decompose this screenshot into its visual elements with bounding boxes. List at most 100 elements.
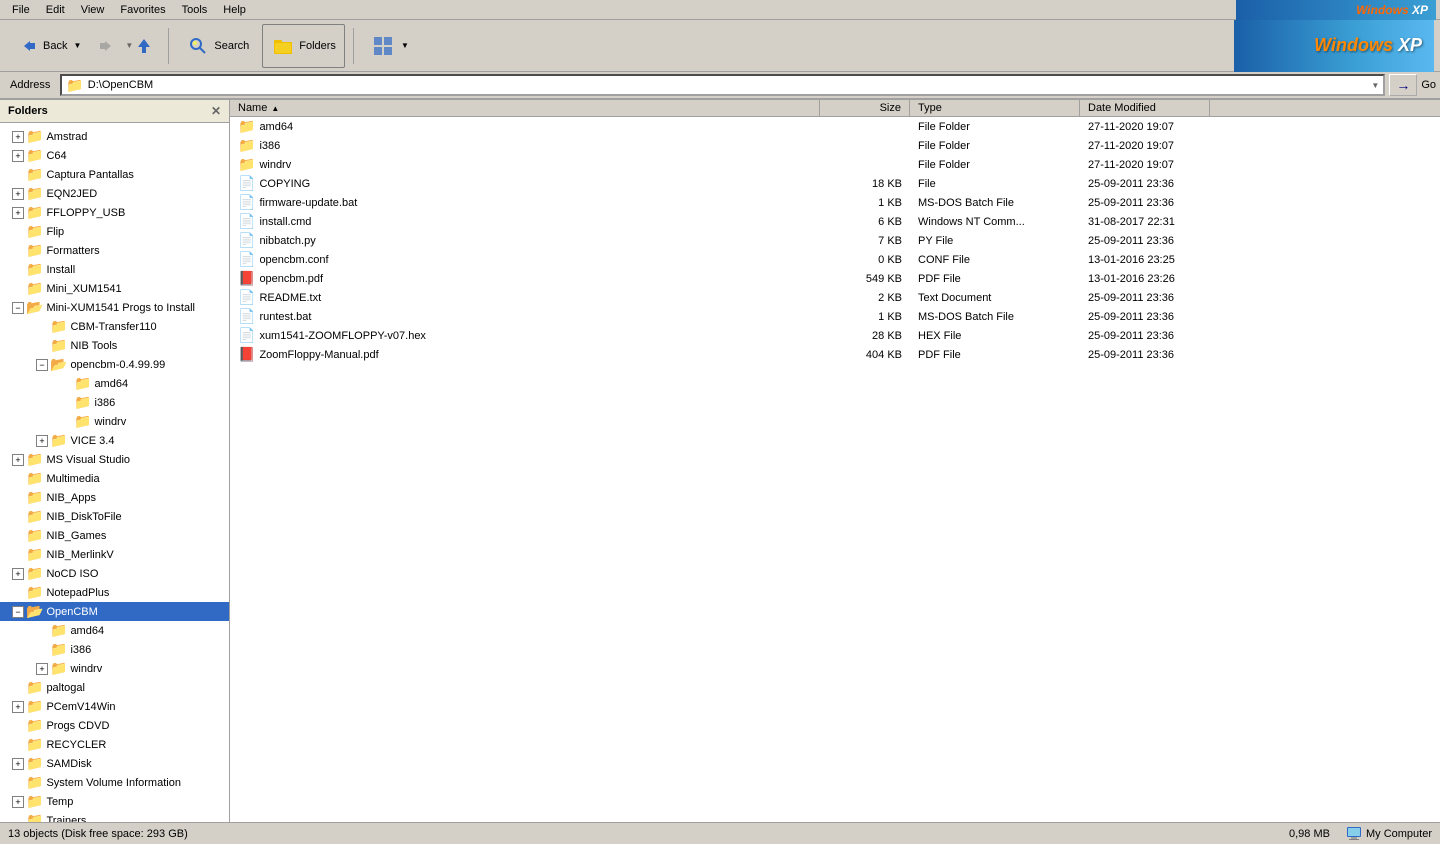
tree-item-windrvMain[interactable]: + 📁 windrv — [0, 659, 229, 678]
tree-item-nibdisktitle[interactable]: 📁 NIB_DiskToFile — [0, 507, 229, 526]
expand-icon-opencbm[interactable]: − — [36, 359, 48, 371]
toolbar-separator-2 — [353, 28, 354, 64]
tree-item-recycler[interactable]: 📁 RECYCLER — [0, 735, 229, 754]
forward-dropdown-icon[interactable]: ▼ — [125, 41, 133, 50]
tree-item-i386main[interactable]: 📁 i386 — [0, 640, 229, 659]
expand-icon-amstrad[interactable]: + — [12, 131, 24, 143]
tree-item-amd64sub[interactable]: 📁 amd64 — [0, 374, 229, 393]
tree-item-nibtools[interactable]: 📁 NIB Tools — [0, 336, 229, 355]
file-row[interactable]: 📄 opencbm.conf 0 KB CONF File 13-01-2016… — [230, 250, 1440, 269]
address-dropdown-icon[interactable]: ▼ — [1371, 81, 1379, 90]
file-icon-8: 📕 — [238, 270, 255, 287]
file-row[interactable]: 📕 ZoomFloppy-Manual.pdf 404 KB PDF File … — [230, 345, 1440, 364]
folders-tree[interactable]: + 📁 Amstrad + 📁 C64 📁 Captura Pantallas … — [0, 123, 229, 822]
expand-icon-temp[interactable]: + — [12, 796, 24, 808]
column-headers: Name ▲ Size Type Date Modified — [230, 100, 1440, 117]
col-header-name[interactable]: Name ▲ — [230, 100, 820, 116]
expand-icon-minixum1541progs[interactable]: − — [12, 302, 24, 314]
file-row[interactable]: 📄 runtest.bat 1 KB MS-DOS Batch File 25-… — [230, 307, 1440, 326]
tree-item-ffloppy[interactable]: + 📁 FFLOPPY_USB — [0, 203, 229, 222]
file-row[interactable]: 📄 firmware-update.bat 1 KB MS-DOS Batch … — [230, 193, 1440, 212]
views-dropdown-icon[interactable]: ▼ — [401, 41, 409, 50]
expand-icon-opencbmmain[interactable]: − — [12, 606, 24, 618]
address-input[interactable]: 📁 D:\OpenCBM ▼ — [60, 74, 1385, 96]
expand-icon-nocdiso[interactable]: + — [12, 568, 24, 580]
file-row[interactable]: 📁 windrv File Folder 27-11-2020 19:07 — [230, 155, 1440, 174]
tree-item-msvisual[interactable]: + 📁 MS Visual Studio — [0, 450, 229, 469]
tree-item-sysvolinfo[interactable]: 📁 System Volume Information — [0, 773, 229, 792]
back-button[interactable]: Back ▼ — [6, 24, 84, 68]
tree-item-nibmerlink[interactable]: 📁 NIB_MerlinkV — [0, 545, 229, 564]
expand-icon-eqn2jed[interactable]: + — [12, 188, 24, 200]
file-label-0: amd64 — [259, 121, 293, 133]
expand-icon-vice34[interactable]: + — [36, 435, 48, 447]
tree-item-nocdiso[interactable]: + 📁 NoCD ISO — [0, 564, 229, 583]
tree-item-c64[interactable]: + 📁 C64 — [0, 146, 229, 165]
folders-button[interactable]: Folders — [262, 24, 345, 68]
tree-item-temp[interactable]: + 📁 Temp — [0, 792, 229, 811]
menu-help[interactable]: Help — [215, 2, 254, 18]
tree-item-nibgames[interactable]: 📁 NIB_Games — [0, 526, 229, 545]
folders-close-button[interactable]: ✕ — [211, 104, 221, 118]
tree-item-trainers[interactable]: 📁 Trainers — [0, 811, 229, 822]
tree-item-formatters[interactable]: 📁 Formatters — [0, 241, 229, 260]
expand-icon-c64[interactable]: + — [12, 150, 24, 162]
tree-item-minixum1541progs[interactable]: − 📂 Mini-XUM1541 Progs to Install — [0, 298, 229, 317]
tree-item-pcemv14[interactable]: + 📁 PCemV14Win — [0, 697, 229, 716]
tree-label-flip: Flip — [46, 226, 64, 238]
file-row[interactable]: 📄 xum1541-ZOOMFLOPPY-v07.hex 28 KB HEX F… — [230, 326, 1440, 345]
file-row[interactable]: 📄 nibbatch.py 7 KB PY File 25-09-2011 23… — [230, 231, 1440, 250]
tree-label-progscdvd: Progs CDVD — [46, 720, 109, 732]
file-row[interactable]: 📕 opencbm.pdf 549 KB PDF File 13-01-2016… — [230, 269, 1440, 288]
col-header-type[interactable]: Type — [910, 100, 1080, 116]
folder-icon-amstrad: 📁 — [26, 128, 43, 145]
tree-item-vice34[interactable]: + 📁 VICE 3.4 — [0, 431, 229, 450]
file-row[interactable]: 📄 install.cmd 6 KB Windows NT Comm... 31… — [230, 212, 1440, 231]
tree-item-captura[interactable]: 📁 Captura Pantallas — [0, 165, 229, 184]
file-row[interactable]: 📄 README.txt 2 KB Text Document 25-09-20… — [230, 288, 1440, 307]
forward-button[interactable]: ▼ — [88, 24, 120, 68]
tree-item-nibapps[interactable]: 📁 NIB_Apps — [0, 488, 229, 507]
tree-item-samdisk[interactable]: + 📁 SAMDisk — [0, 754, 229, 773]
tree-item-multimedia[interactable]: 📁 Multimedia — [0, 469, 229, 488]
tree-item-opencbmmain[interactable]: − 📂 OpenCBM — [0, 602, 229, 621]
folder-icon-flip: 📁 — [26, 223, 43, 240]
tree-item-flip[interactable]: 📁 Flip — [0, 222, 229, 241]
file-date-12: 25-09-2011 23:36 — [1080, 349, 1210, 361]
col-header-size[interactable]: Size — [820, 100, 910, 116]
menu-view[interactable]: View — [73, 2, 113, 18]
tree-item-cbmtransfer[interactable]: 📁 CBM-Transfer110 — [0, 317, 229, 336]
tree-item-paltogal[interactable]: 📁 paltogal — [0, 678, 229, 697]
tree-item-opencbm[interactable]: − 📂 opencbm-0.4.99.99 — [0, 355, 229, 374]
expand-icon-windrvMain[interactable]: + — [36, 663, 48, 675]
go-button[interactable]: → — [1389, 74, 1417, 96]
tree-item-amstrad[interactable]: + 📁 Amstrad — [0, 127, 229, 146]
tree-item-install[interactable]: 📁 Install — [0, 260, 229, 279]
file-row[interactable]: 📄 COPYING 18 KB File 25-09-2011 23:36 — [230, 174, 1440, 193]
file-icon-7: 📄 — [238, 251, 255, 268]
tree-item-progscdvd[interactable]: 📁 Progs CDVD — [0, 716, 229, 735]
tree-item-windrvSub[interactable]: 📁 windrv — [0, 412, 229, 431]
search-button[interactable]: Search — [177, 24, 258, 68]
file-list[interactable]: 📁 amd64 File Folder 27-11-2020 19:07 📁 i… — [230, 117, 1440, 822]
file-row[interactable]: 📁 i386 File Folder 27-11-2020 19:07 — [230, 136, 1440, 155]
tree-item-minixum1541[interactable]: 📁 Mini_XUM1541 — [0, 279, 229, 298]
menu-file[interactable]: File — [4, 2, 38, 18]
menu-edit[interactable]: Edit — [38, 2, 73, 18]
tree-label-pcemv14: PCemV14Win — [46, 701, 115, 713]
views-button[interactable]: ▼ — [362, 24, 412, 68]
menu-favorites[interactable]: Favorites — [112, 2, 173, 18]
tree-item-amd64main[interactable]: 📁 amd64 — [0, 621, 229, 640]
tree-item-notepadplus[interactable]: 📁 NotepadPlus — [0, 583, 229, 602]
expand-icon-pcemv14[interactable]: + — [12, 701, 24, 713]
file-row[interactable]: 📁 amd64 File Folder 27-11-2020 19:07 — [230, 117, 1440, 136]
back-dropdown-icon[interactable]: ▼ — [73, 41, 81, 50]
expand-icon-msvisual[interactable]: + — [12, 454, 24, 466]
tree-item-i386sub[interactable]: 📁 i386 — [0, 393, 229, 412]
expand-icon-ffloppy[interactable]: + — [12, 207, 24, 219]
tree-item-eqn2jed[interactable]: + 📁 EQN2JED — [0, 184, 229, 203]
col-header-date[interactable]: Date Modified — [1080, 100, 1210, 116]
expand-icon-samdisk[interactable]: + — [12, 758, 24, 770]
file-size-4: 1 KB — [820, 197, 910, 209]
menu-tools[interactable]: Tools — [174, 2, 216, 18]
